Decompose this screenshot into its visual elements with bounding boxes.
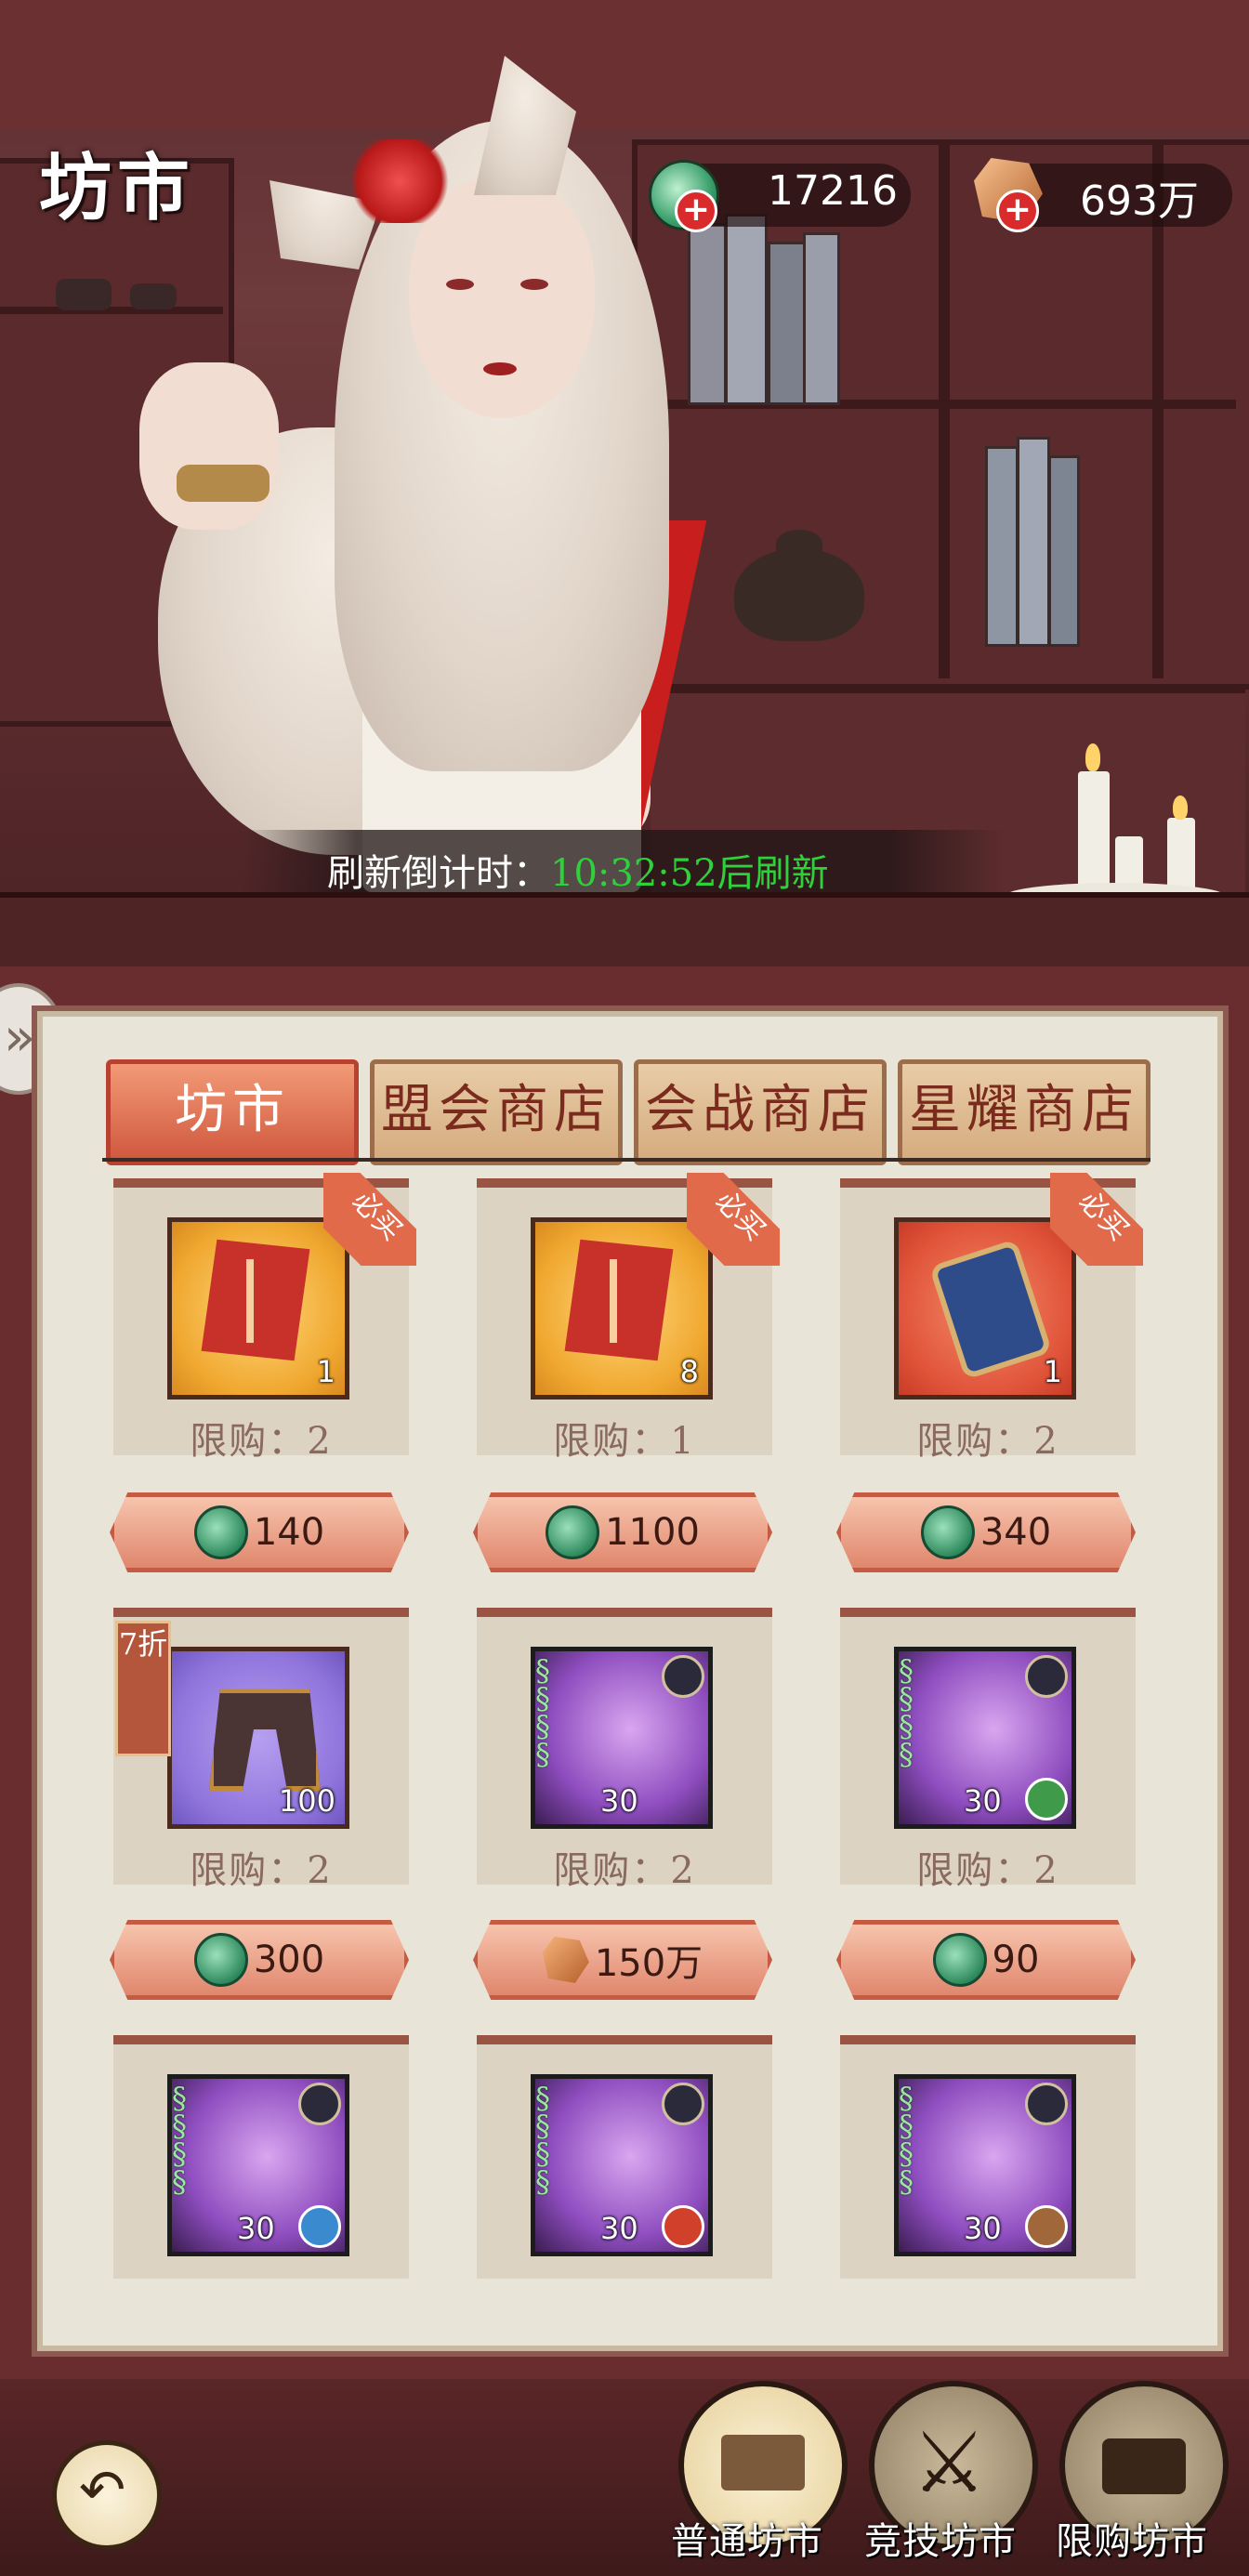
- blue-tablet-icon: 1: [894, 1217, 1076, 1400]
- amber-coin-icon: [542, 1937, 589, 1983]
- purchase-limit: 限购：2: [916, 1420, 1059, 1463]
- puzzle-piece-icon: [662, 2083, 704, 2125]
- item-count: 30: [964, 1783, 1002, 1819]
- item-count: 30: [600, 1783, 638, 1819]
- buy-button[interactable]: 140: [110, 1492, 409, 1572]
- puzzle-piece-icon: [662, 1655, 704, 1698]
- shop-row-clip: §§§§ 30 限购：2 §§§§ 30 限购：2 §§§§ 30 限购：2: [102, 2035, 1162, 2279]
- item-count: 30: [964, 2211, 1002, 2246]
- tab-star-shop[interactable]: 星耀商店: [898, 1059, 1150, 1165]
- must-buy-ribbon: 必买: [687, 1173, 780, 1266]
- crossed-weapons-icon: ⚔: [912, 2414, 987, 2512]
- jade-coin-icon: [920, 1505, 975, 1559]
- tab-divider: [102, 1158, 1150, 1162]
- rank-claws-icon: § § § §: [172, 2081, 187, 2200]
- shop-item-card[interactable]: §§§§ 30 限购：2: [113, 2035, 409, 2279]
- item-count: 1: [1043, 1354, 1062, 1389]
- fire-element-icon: [662, 2205, 704, 2248]
- buy-button[interactable]: 150万: [473, 1920, 772, 2000]
- candle-icon: [1078, 771, 1110, 901]
- beast-card-icon: § § § § 30: [531, 1647, 713, 1829]
- rank-claws-icon: § § § §: [899, 1653, 914, 1772]
- purchase-limit: 限购：2: [553, 1849, 696, 1892]
- item-price: 1100: [605, 1511, 700, 1554]
- purchase-limit: 限购：2: [840, 2267, 1136, 2279]
- item-count: 30: [237, 2211, 275, 2246]
- red-banner-icon: 8: [531, 1217, 713, 1400]
- buy-button[interactable]: 340: [836, 1492, 1136, 1572]
- add-jade-button[interactable]: +: [675, 190, 717, 232]
- shop-counter: [0, 892, 1249, 972]
- rank-claws-icon: § § § §: [535, 2081, 550, 2200]
- rank-claws-icon: § § § §: [899, 2081, 914, 2200]
- jade-coin-icon: [546, 1505, 600, 1559]
- back-arrow-icon: ↶: [79, 2458, 126, 2523]
- shop-item-card[interactable]: §§§§ 30 限购：2: [477, 2035, 772, 2279]
- red-flower-icon: [344, 139, 455, 223]
- purchase-limit: 限购：1: [553, 1420, 696, 1463]
- discount-badge: 7折: [115, 1621, 171, 1756]
- purchase-limit: 限购：2: [477, 2267, 772, 2279]
- beast-card-icon: § § § § 30: [531, 2074, 713, 2256]
- purchase-limit: 限购：2: [113, 2267, 409, 2279]
- water-element-icon: [298, 2205, 341, 2248]
- page-title: 坊市: [39, 146, 196, 230]
- jade-amount: 17216: [768, 167, 898, 215]
- tab-guild-shop[interactable]: 盟会商店: [370, 1059, 623, 1165]
- refresh-countdown: 10:32:52后刷新: [550, 852, 829, 895]
- must-buy-ribbon: 必买: [323, 1173, 416, 1266]
- beast-card-icon: § § § § 30: [167, 2074, 349, 2256]
- jade-coin-icon: [932, 1933, 987, 1987]
- item-count: 8: [679, 1354, 699, 1389]
- armor-piece-icon: 100: [167, 1647, 349, 1829]
- add-amber-button[interactable]: +: [996, 190, 1039, 232]
- double-chevron-right-icon: »: [4, 1007, 36, 1068]
- market-stall-icon: [721, 2435, 805, 2491]
- teapot-icon: [734, 548, 864, 641]
- purchase-limit: 限购：2: [190, 1849, 333, 1892]
- item-price: 340: [979, 1511, 1052, 1554]
- jade-coin-icon: [193, 1933, 248, 1987]
- item-price: 150万: [594, 1942, 703, 1985]
- tab-battle-shop[interactable]: 会战商店: [634, 1059, 887, 1165]
- nav-label: 竞技坊市: [864, 2520, 1017, 2563]
- shop-item-card[interactable]: §§§§ 30 限购：2: [840, 2035, 1136, 2279]
- rank-claws-icon: § § § §: [535, 1653, 550, 1772]
- nav-label: 普通坊市: [671, 2520, 823, 2563]
- treasure-chest-icon: [1102, 2438, 1186, 2494]
- item-price: 90: [992, 1939, 1040, 1981]
- buy-button[interactable]: 1100: [473, 1492, 772, 1572]
- refresh-label: 刷新倒计时：: [327, 852, 550, 895]
- earth-element-icon: [1025, 2205, 1068, 2248]
- item-count: 30: [600, 2211, 638, 2246]
- puzzle-piece-icon: [1025, 1655, 1068, 1698]
- puzzle-piece-icon: [1025, 2083, 1068, 2125]
- purchase-limit: 限购：2: [916, 1849, 1059, 1892]
- shop-item-card[interactable]: §§§§ 30 限购：2: [840, 1608, 1136, 1892]
- item-price: 300: [253, 1939, 325, 1981]
- back-button[interactable]: ↶: [52, 2440, 162, 2550]
- tab-market[interactable]: 坊市: [106, 1059, 359, 1165]
- purchase-limit: 限购：2: [190, 1420, 333, 1463]
- jade-coin-icon: [193, 1505, 248, 1559]
- buy-button[interactable]: 90: [836, 1920, 1136, 2000]
- beast-card-icon: § § § § 30: [894, 1647, 1076, 1829]
- puzzle-piece-icon: [298, 2083, 341, 2125]
- shop-item-card[interactable]: §§§§ 30 限购：2: [477, 1608, 772, 1892]
- shopkeeper-character: [102, 56, 734, 892]
- red-banner-icon: 1: [167, 1217, 349, 1400]
- item-count: 100: [278, 1783, 335, 1819]
- wood-element-icon: [1025, 1778, 1068, 1820]
- item-count: 1: [316, 1354, 335, 1389]
- item-price: 140: [253, 1511, 325, 1554]
- nav-label: 限购坊市: [1056, 2520, 1208, 2563]
- must-buy-ribbon: 必买: [1050, 1173, 1143, 1266]
- amber-amount: 693万: [1080, 177, 1199, 225]
- buy-button[interactable]: 300: [110, 1920, 409, 2000]
- beast-card-icon: § § § § 30: [894, 2074, 1076, 2256]
